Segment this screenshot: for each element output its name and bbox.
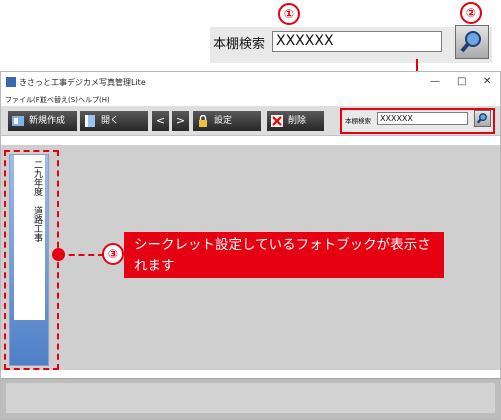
zoomed-search-input[interactable] (272, 31, 442, 52)
zoomed-search-button[interactable] (455, 25, 489, 59)
menu-sort[interactable]: 並べ替え(S) (40, 95, 78, 105)
open-button[interactable]: 開く (80, 111, 148, 131)
toolbar-search-button[interactable] (474, 110, 491, 127)
maximize-icon[interactable]: □ (457, 76, 466, 87)
photobook-title: 二九年度 道路工事 (32, 160, 42, 242)
open-book-icon (84, 114, 96, 127)
callout-marker-1: ① (278, 3, 300, 25)
window-title: きさっと工事デジカメ写真管理Lite (19, 78, 146, 87)
new-button[interactable]: 新規作成 (8, 111, 77, 131)
delete-button-label: 削除 (288, 116, 307, 126)
app-icon (6, 77, 16, 87)
annotation-text: シークレット設定しているフォトブックが表示されます (134, 237, 431, 274)
zoomed-search-label: 本棚検索 (213, 37, 266, 52)
callout-marker-3: ③ (102, 243, 124, 265)
annotation-leader-dot (52, 248, 65, 261)
menu-file[interactable]: ファイル(F) (5, 95, 43, 105)
new-book-icon (12, 115, 24, 127)
annotation-callout: シークレット設定しているフォトブックが表示されます (124, 232, 444, 278)
settings-button[interactable]: 設定 (193, 111, 261, 131)
toolbar-search-input[interactable] (377, 112, 468, 125)
toolbar-search-label: 本棚検索 (345, 117, 371, 125)
new-button-label: 新規作成 (29, 116, 66, 126)
close-icon[interactable]: ✕ (483, 76, 491, 87)
annotation-leader-line (59, 254, 104, 256)
open-button-label: 開く (101, 116, 120, 126)
toolbar-magnifier-icon (476, 113, 487, 124)
minimize-icon[interactable]: — (430, 76, 440, 87)
next-button[interactable]: > (172, 111, 189, 131)
magnifier-icon (460, 31, 481, 53)
delete-button[interactable]: 削除 (267, 111, 324, 131)
menu-help[interactable]: ヘルプ(H) (78, 95, 110, 105)
callout-marker-2: ② (460, 2, 482, 24)
status-panel (6, 383, 495, 413)
prev-button[interactable]: < (152, 111, 169, 131)
settings-button-label: 設定 (214, 116, 233, 126)
lock-icon (197, 114, 209, 127)
delete-icon (271, 114, 283, 127)
